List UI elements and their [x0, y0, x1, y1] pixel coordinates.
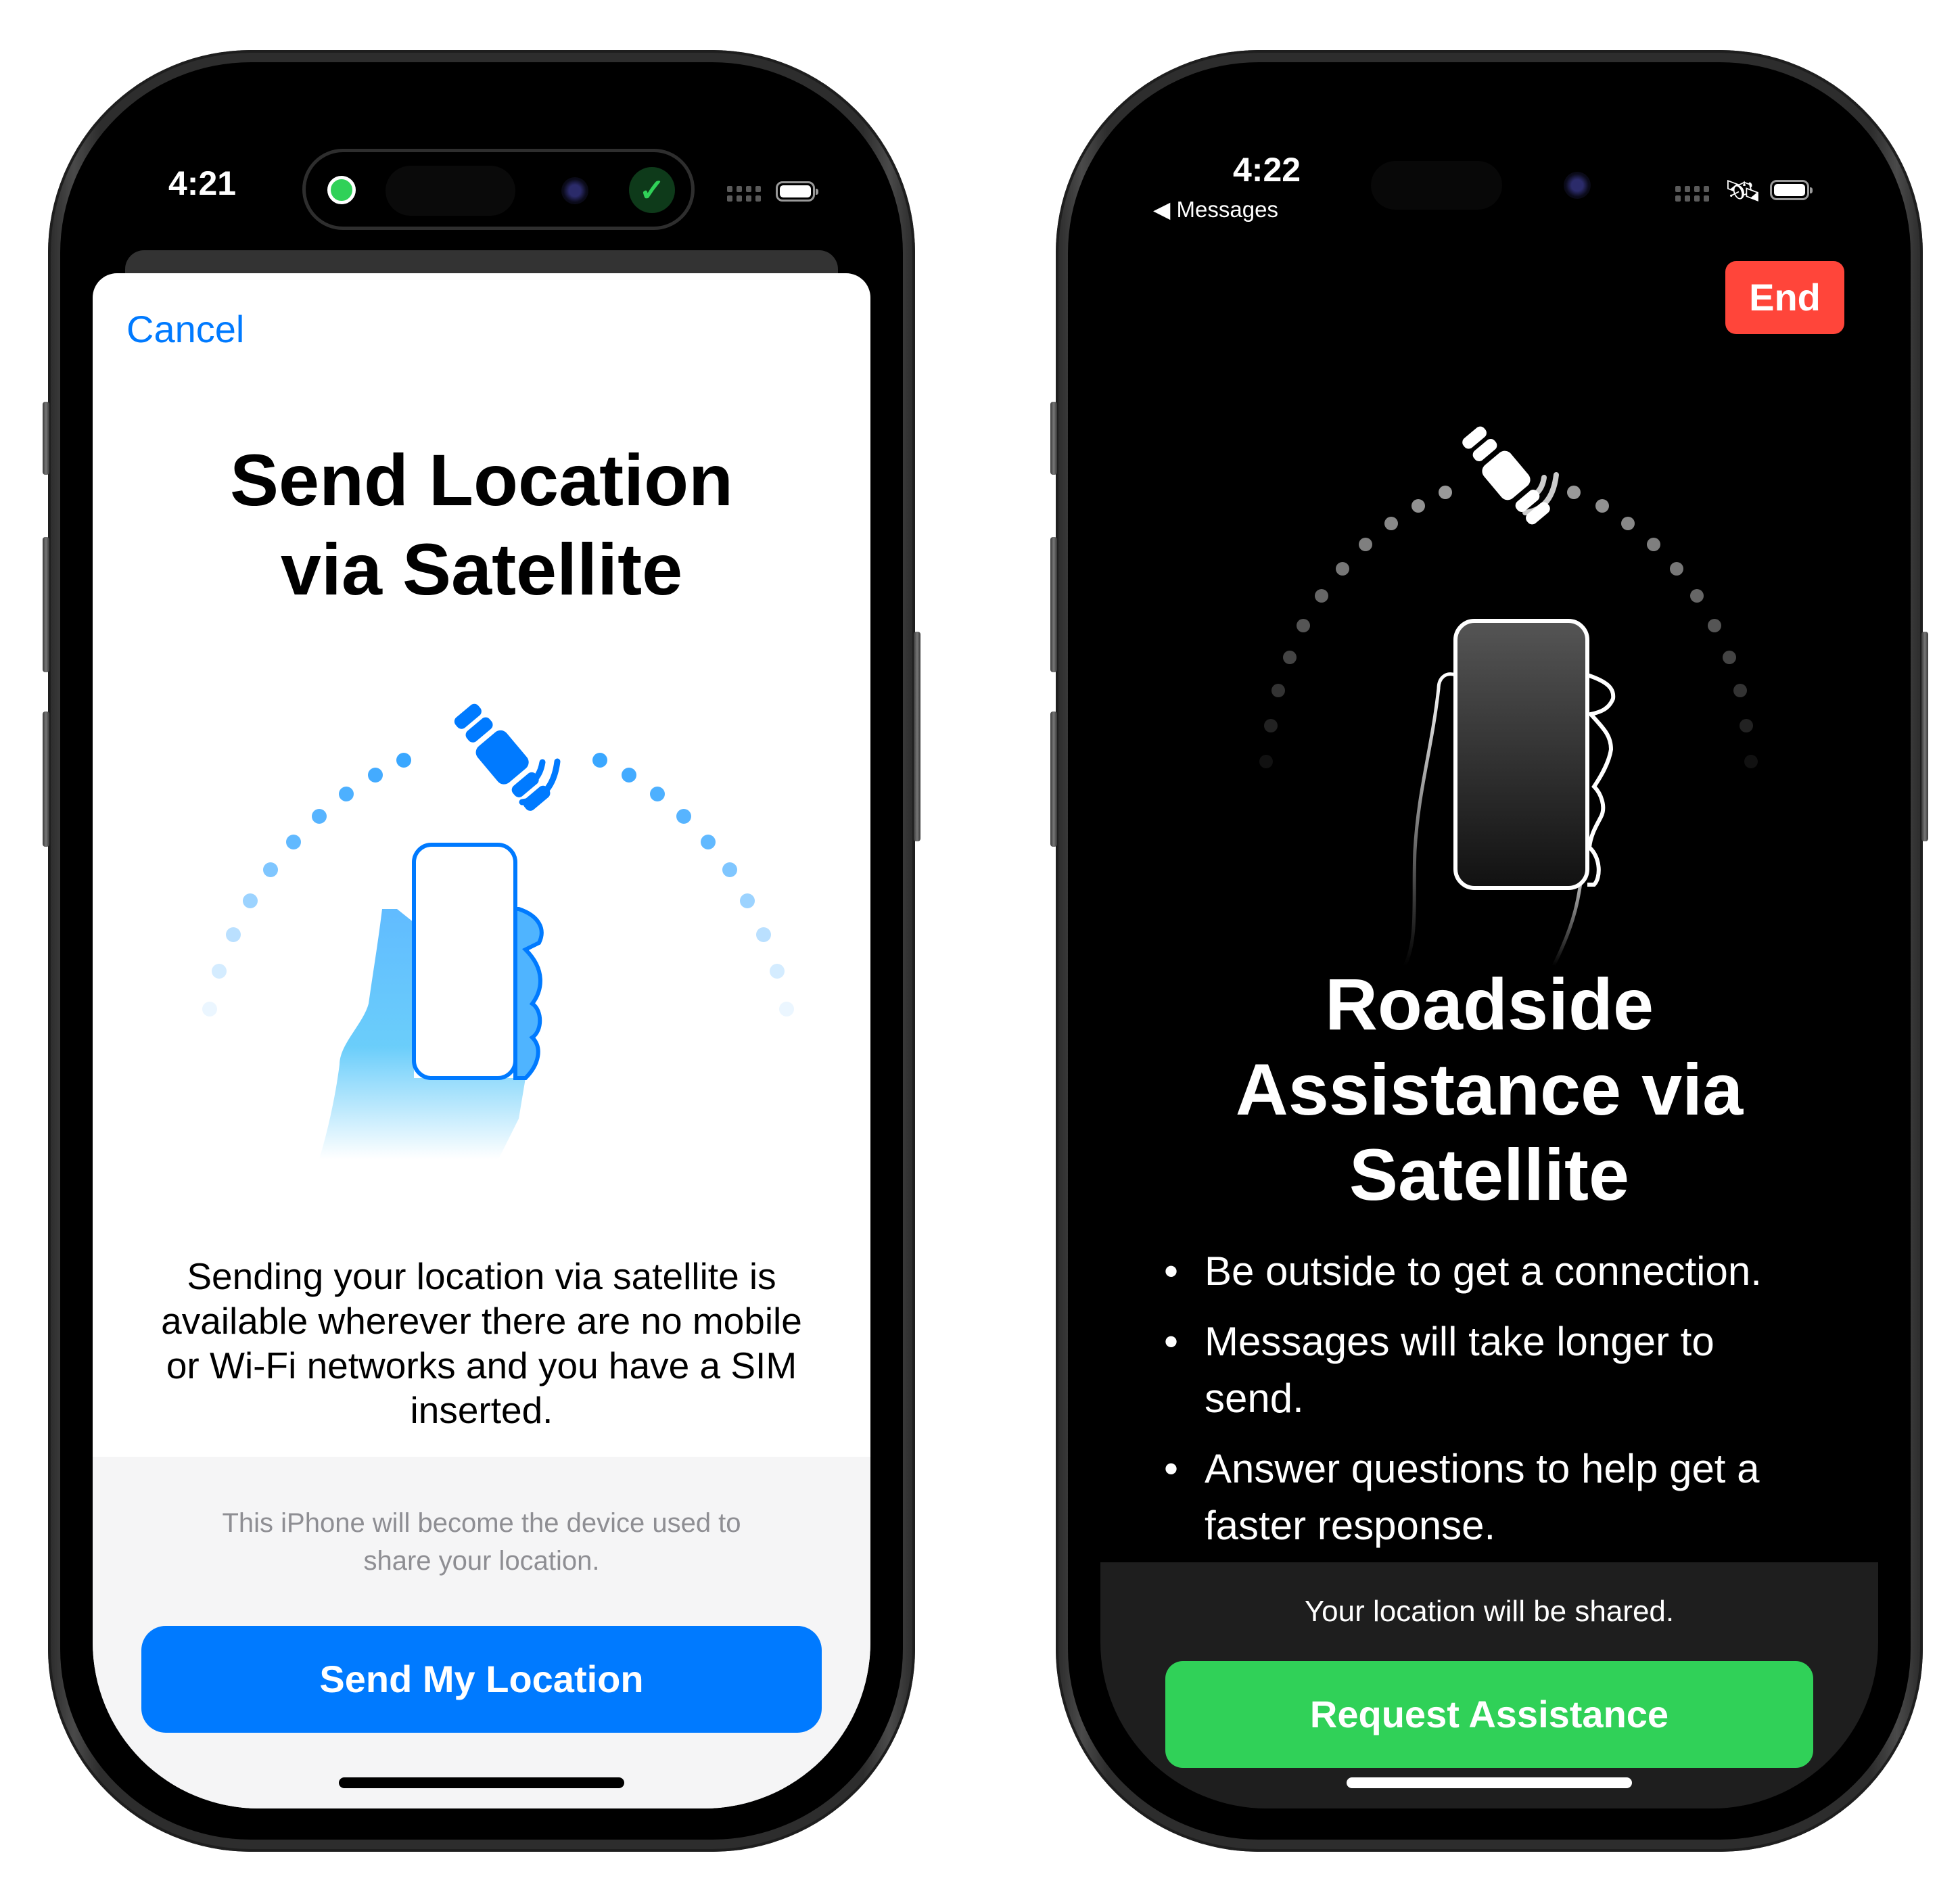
cellular-signal-icon — [1675, 186, 1709, 202]
satellite-illustration — [1259, 426, 1758, 966]
volume-up-button — [43, 537, 49, 672]
checkmark-icon: ✓ — [629, 167, 675, 213]
left-screen: 4:21 ✓ Cancel Send Location via Satellit… — [93, 93, 870, 1808]
cancel-button[interactable]: Cancel — [126, 307, 244, 351]
title-line: Satellite — [1349, 1134, 1630, 1215]
back-to-messages-link[interactable]: ◀ Messages — [1153, 196, 1278, 223]
camera-sensor-area — [386, 166, 515, 216]
title-line: Roadside — [1324, 963, 1654, 1045]
sheet-title: Send Location via Satellite — [93, 436, 870, 614]
bezel: 4:21 ✓ Cancel Send Location via Satellit… — [60, 62, 903, 1840]
signal-waves-icon — [519, 758, 561, 806]
send-location-sheet: Cancel Send Location via Satellite Sendi… — [93, 273, 870, 1808]
request-assistance-button[interactable]: Request Assistance — [1165, 1661, 1813, 1768]
phone-outline — [412, 843, 517, 1080]
fingers — [1587, 673, 1616, 887]
status-time: 4:22 — [1233, 151, 1301, 189]
bottom-panel: Your location will be shared. Request As… — [1100, 1562, 1878, 1808]
action-button — [1050, 402, 1057, 475]
dynamic-island[interactable] — [1371, 161, 1502, 210]
phone-outline — [1453, 619, 1589, 890]
tips-list: • Be outside to get a connection. • Messag… — [1148, 1243, 1804, 1554]
right-screen: 4:22 ◀ Messages 🛰 End Roadside Assistanc… — [1100, 93, 1878, 1808]
cellular-signal-icon — [727, 186, 761, 202]
signal-dots-right — [1567, 486, 1758, 768]
action-button — [43, 402, 49, 475]
volume-up-button — [1050, 537, 1057, 672]
satellite-icon — [1462, 426, 1550, 525]
status-time: 4:21 — [168, 164, 237, 202]
tip-item: • Answer questions to help get a faster r… — [1164, 1446, 1760, 1548]
sheet-description: Sending your location via satellite is a… — [161, 1255, 802, 1431]
tip-item: • Messages will take longer to send. — [1164, 1319, 1714, 1421]
home-indicator[interactable] — [339, 1777, 624, 1788]
power-button — [914, 632, 920, 841]
title-line: Assistance via — [1235, 1048, 1744, 1130]
bezel: 4:22 ◀ Messages 🛰 End Roadside Assistanc… — [1068, 62, 1911, 1840]
end-button[interactable]: End — [1725, 261, 1844, 334]
home-indicator[interactable] — [1347, 1777, 1632, 1788]
title-line: via Satellite — [280, 528, 683, 610]
battery-icon — [776, 181, 818, 202]
location-shared-note: Your location will be shared. — [1304, 1595, 1675, 1628]
send-my-location-button[interactable]: Send My Location — [141, 1626, 822, 1733]
front-camera-icon — [1564, 172, 1591, 199]
title-line: Send Location — [229, 439, 734, 521]
back-triangle-icon: ◀ — [1153, 197, 1177, 222]
recording-indicator-icon — [327, 176, 356, 204]
left-iphone-frame: 4:21 ✓ Cancel Send Location via Satellit… — [43, 50, 920, 1852]
signal-dots-left — [1259, 486, 1452, 768]
sheet-footer: This iPhone will become the device used … — [93, 1457, 870, 1808]
front-camera-icon — [561, 177, 588, 204]
fingers — [513, 907, 544, 1080]
dynamic-island[interactable]: ✓ — [302, 149, 695, 230]
volume-down-button — [1050, 711, 1057, 847]
power-button — [1921, 632, 1928, 841]
signal-dots-right — [592, 753, 794, 1017]
volume-down-button — [43, 711, 49, 847]
satellite-status-icon: 🛰 — [1724, 174, 1762, 208]
back-label: Messages — [1176, 197, 1278, 222]
tip-item: • Be outside to get a connection. — [1164, 1248, 1762, 1294]
satellite-illustration — [202, 703, 794, 1159]
right-iphone-frame: 4:22 ◀ Messages 🛰 End Roadside Assistanc… — [1050, 50, 1928, 1852]
battery-icon — [1770, 180, 1813, 200]
arm-outline — [1403, 672, 1456, 966]
footer-note: This iPhone will become the device used … — [222, 1508, 741, 1576]
page-title: Roadside Assistance via Satellite — [1100, 962, 1878, 1217]
